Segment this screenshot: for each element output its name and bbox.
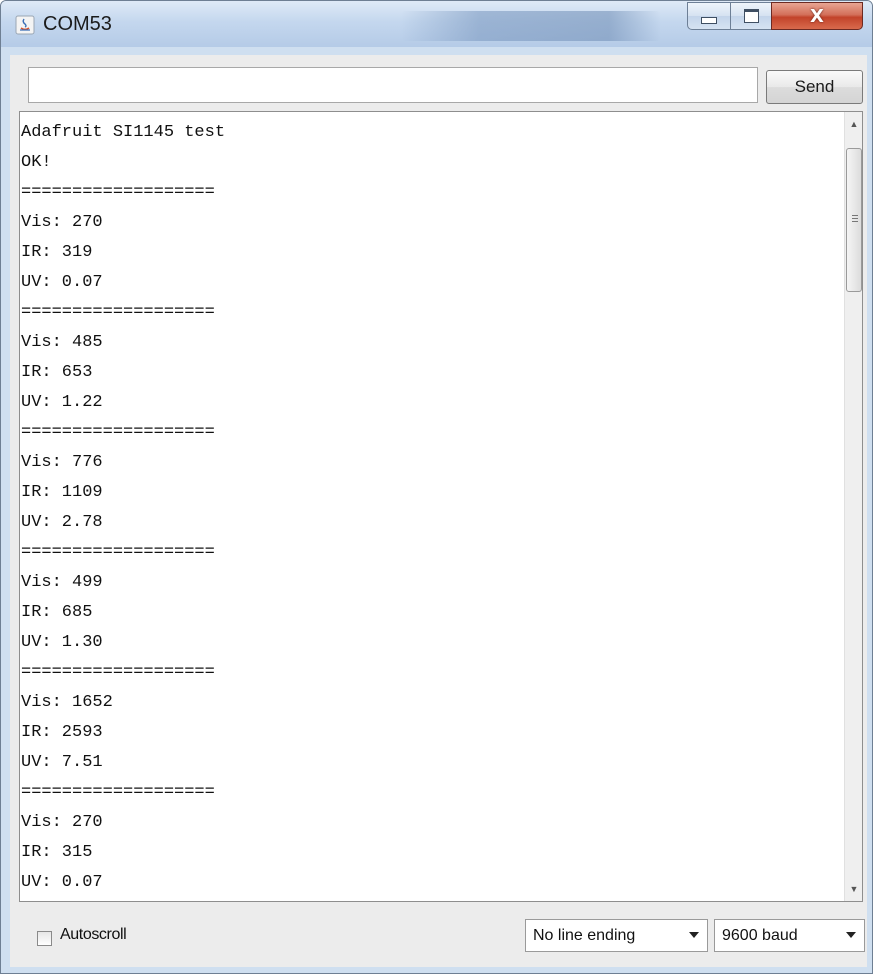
serial-output-line: =================== <box>21 183 215 202</box>
chevron-down-icon <box>846 932 856 938</box>
send-button[interactable]: Send <box>766 70 863 104</box>
line-ending-select[interactable]: No line ending <box>525 919 708 952</box>
serial-output-line: =================== <box>21 783 215 802</box>
autoscroll-checkbox[interactable] <box>37 931 52 946</box>
title-bar[interactable]: COM53 X <box>1 1 872 47</box>
serial-output-line: =================== <box>21 543 215 562</box>
serial-output-panel[interactable]: Adafruit SI1145 test OK! =================… <box>19 111 863 902</box>
maximize-button[interactable] <box>730 2 772 30</box>
serial-output-line: =================== <box>20 898 225 901</box>
maximize-icon <box>743 9 759 23</box>
serial-output-line: IR: 319 <box>21 243 93 262</box>
close-button[interactable]: X <box>771 2 863 30</box>
close-icon: X <box>810 5 824 27</box>
thumb-grip-icon <box>852 215 858 224</box>
window-title: COM53 <box>43 13 112 35</box>
baud-rate-value: 9600 baud <box>722 926 798 944</box>
serial-output-line: Vis: 1652 <box>21 693 113 712</box>
serial-output-line: UV: 7.51 <box>21 753 103 772</box>
vertical-scrollbar[interactable]: ▲ ▼ <box>844 112 862 901</box>
serial-output-line: UV: 0.07 <box>21 873 103 892</box>
title-bar-glass <box>401 11 661 41</box>
serial-output-line: IR: 1109 <box>21 483 103 502</box>
serial-output-line: Vis: 485 <box>21 333 103 352</box>
scrollbar-thumb[interactable] <box>846 148 862 292</box>
serial-output-line: Vis: 499 <box>21 573 103 592</box>
serial-output-line: Vis: 270 <box>21 213 103 232</box>
line-ending-value: No line ending <box>533 926 636 944</box>
serial-output-line: Vis: 776 <box>21 453 103 472</box>
serial-output-line: UV: 1.30 <box>21 633 103 652</box>
serial-output-line: Adafruit SI1145 test <box>21 123 226 142</box>
serial-output-line: =================== <box>21 423 215 442</box>
serial-monitor-window: COM53 X Send Adafruit SI1145 test OK! ====… <box>0 0 873 974</box>
scroll-up-arrow-icon[interactable]: ▲ <box>845 116 862 132</box>
serial-output-line: IR: 653 <box>21 363 93 382</box>
serial-output-line: =================== <box>21 303 215 322</box>
serial-output-line: IR: 685 <box>21 603 93 622</box>
serial-output-line: IR: 315 <box>21 843 93 862</box>
minimize-icon <box>701 16 717 24</box>
serial-output-line: UV: 2.78 <box>21 513 103 532</box>
window-client-area: Send Adafruit SI1145 test OK! ============… <box>10 55 867 967</box>
java-app-icon <box>15 15 35 35</box>
serial-output-line: Vis: 270 <box>21 813 103 832</box>
chevron-down-icon <box>689 932 699 938</box>
baud-rate-select[interactable]: 9600 baud <box>714 919 865 952</box>
serial-output-line: UV: 0.07 <box>21 273 103 292</box>
serial-output-line: UV: 1.22 <box>21 393 103 412</box>
minimize-button[interactable] <box>687 2 731 30</box>
serial-output-line: =================== <box>21 663 215 682</box>
serial-output-line: OK! <box>21 153 52 172</box>
send-input[interactable] <box>28 67 758 103</box>
scroll-down-arrow-icon[interactable]: ▼ <box>845 881 862 897</box>
serial-output-line: IR: 2593 <box>21 723 103 742</box>
autoscroll-label[interactable]: Autoscroll <box>60 926 127 944</box>
serial-output-text: Adafruit SI1145 test OK! =================… <box>20 118 226 901</box>
